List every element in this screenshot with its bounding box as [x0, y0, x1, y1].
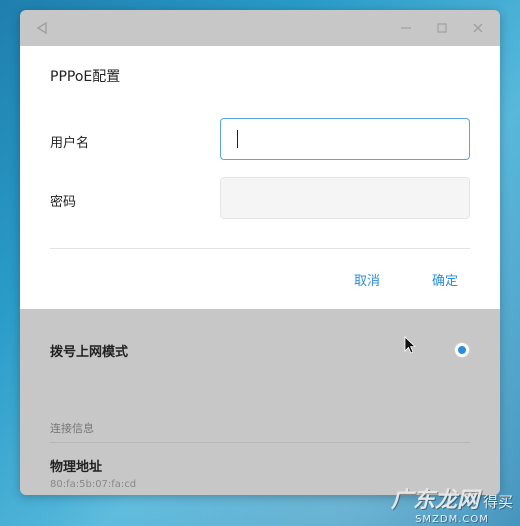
- back-triangle-icon[interactable]: [30, 16, 54, 40]
- mouse-pointer-icon: [404, 336, 416, 354]
- watermark-suffix: 得买: [483, 492, 514, 511]
- username-label: 用户名: [50, 136, 90, 151]
- radio-selected-dot: [458, 346, 466, 354]
- watermark-domain: SMZDM.COM: [415, 513, 489, 525]
- pppoe-config-dialog: PPPoE配置 用户名 密码 取消 确定: [20, 46, 500, 309]
- dialog-title: PPPoE配置: [50, 69, 121, 85]
- mac-address-label: 物理地址: [50, 460, 103, 475]
- dialog-divider: [50, 248, 470, 249]
- minimize-icon[interactable]: [394, 16, 418, 40]
- username-input[interactable]: [220, 118, 470, 160]
- window-titlebar: [20, 10, 500, 46]
- watermark-brand: 广东龙网: [390, 487, 479, 513]
- mac-address-value: 80:fa:5b:07:fa:cd: [50, 479, 137, 490]
- confirm-button[interactable]: 确定: [432, 270, 458, 289]
- dial-mode-radio[interactable]: [454, 342, 470, 358]
- close-icon[interactable]: [466, 16, 490, 40]
- connection-info-header: 连接信息: [50, 420, 470, 443]
- site-watermark: 广东龙网 得买 SMZDM.COM: [384, 480, 520, 526]
- password-label: 密码: [50, 195, 77, 210]
- maximize-icon[interactable]: [430, 16, 454, 40]
- text-caret: [237, 130, 238, 148]
- cancel-button[interactable]: 取消: [354, 270, 380, 289]
- dial-mode-label: 拨号上网模式: [50, 344, 129, 360]
- password-input[interactable]: [220, 177, 470, 219]
